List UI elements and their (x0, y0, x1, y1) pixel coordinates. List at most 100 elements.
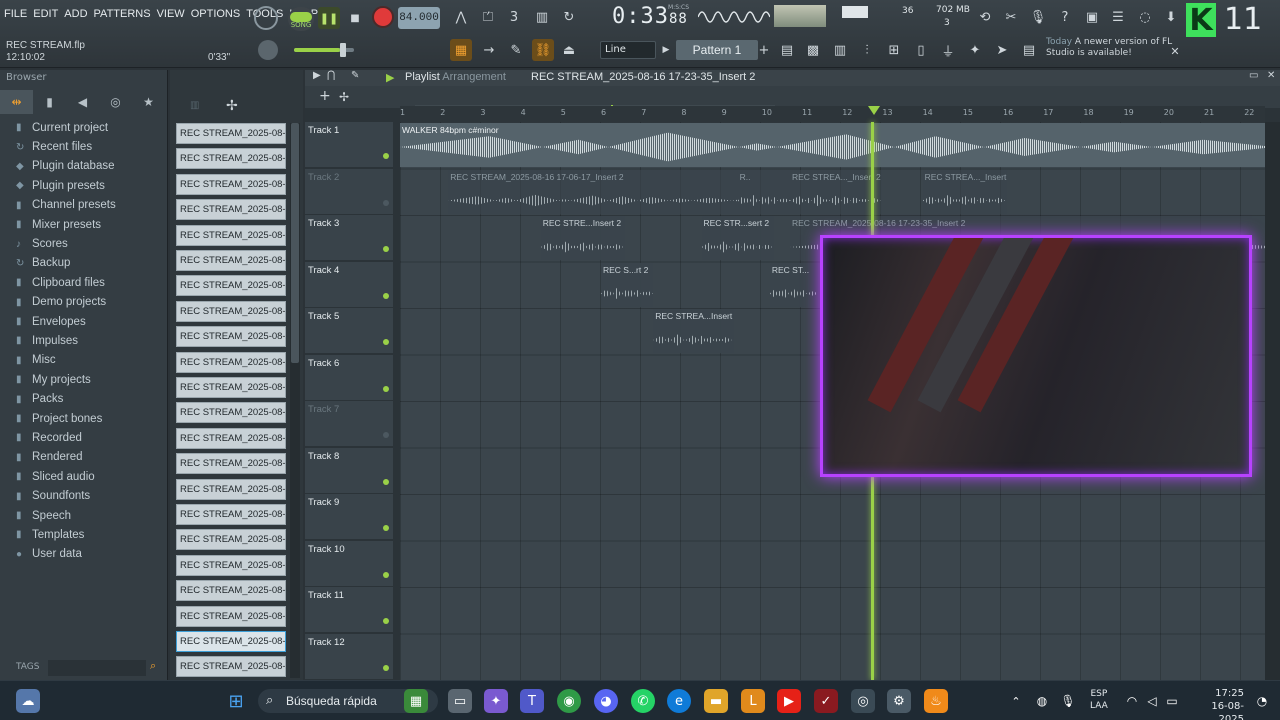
track-header[interactable]: Track 1 (305, 122, 393, 168)
chat-icon[interactable]: ◌ (1134, 6, 1156, 28)
clip-source-item[interactable]: REC STREAM_2025-08-16... (176, 478, 286, 500)
undo-icon[interactable]: ⟲ (974, 6, 996, 28)
obs-icon[interactable]: ◎ (851, 689, 875, 713)
playlist-icon[interactable]: ▤ (776, 39, 798, 61)
browser-item[interactable]: ◆ Plugin presets (0, 176, 168, 195)
track-header[interactable]: Track 10 (305, 540, 393, 587)
update-notice[interactable]: Today A newer version of FL Studio is av… (1046, 37, 1176, 67)
system-clock[interactable]: 17:25 16-08-2025 (1188, 687, 1244, 720)
step-edit-icon[interactable]: ▥ (531, 6, 553, 28)
keyboard-language[interactable]: ESP LAA (1090, 688, 1108, 712)
browser-item[interactable]: ◆ Plugin database (0, 157, 168, 176)
slider-handle[interactable] (340, 43, 346, 57)
track-header[interactable]: Track 3 (305, 215, 393, 261)
browser-item[interactable]: ● User data (0, 545, 168, 564)
track-mute-led[interactable] (383, 618, 389, 624)
add-pattern-icon[interactable]: + (757, 40, 771, 60)
browser-item[interactable]: ▮ Project bones (0, 409, 168, 428)
clip-source-item[interactable]: REC STREAM_2025-08-16... (176, 554, 286, 576)
menu-add[interactable]: ADD (64, 8, 87, 26)
stamp-icon[interactable]: ⏏ (558, 39, 580, 61)
mixer-window-icon[interactable]: ▥ (829, 39, 851, 61)
audio-clip[interactable]: REC ST... (769, 262, 819, 307)
plugin-tab-icon[interactable]: ◎ (99, 90, 132, 114)
track-mute-led[interactable] (383, 478, 389, 485)
audio-clip[interactable]: REC STREA...Insert 2 (653, 309, 734, 353)
all-files-tab-icon[interactable]: ⇹ (0, 90, 33, 114)
track-mute-led[interactable] (383, 199, 389, 206)
plugin-picker-icon[interactable]: ⊞ (883, 39, 905, 61)
clip-source-item[interactable]: REC STREAM_2025-08-16... (176, 605, 286, 627)
pattern-selector[interactable]: Pattern 1 (676, 40, 758, 60)
audio-clip[interactable]: REC STREA..._Insert 2 (789, 169, 883, 214)
browser-item[interactable]: ▮ My projects (0, 370, 168, 389)
clip-source-item[interactable]: REC STREAM_2025-08-16... (176, 402, 286, 424)
download-icon[interactable]: ⬇ (1160, 6, 1182, 28)
clip-source-item[interactable]: REC STREAM_2025-08-16... (176, 173, 286, 195)
add-track-icon[interactable]: + (319, 88, 331, 104)
teams-icon[interactable]: T (520, 689, 544, 713)
track-mute-led[interactable] (383, 432, 389, 438)
magnet-icon[interactable]: ⋂ (327, 70, 335, 81)
browser-item[interactable]: ▮ Envelopes (0, 312, 168, 331)
clip-source-item[interactable]: REC STREAM_2025-08-16... (176, 377, 286, 398)
battery-icon[interactable]: ▭ (1160, 689, 1184, 713)
wand-icon[interactable]: ✦ (964, 39, 986, 61)
faders-icon[interactable]: ⫶ (856, 39, 878, 61)
clip-source-item[interactable]: REC STREAM_2025-08-16... (176, 250, 286, 271)
track-mute-led[interactable] (383, 153, 389, 159)
chrome-icon[interactable]: ◉ (557, 689, 581, 713)
copilot-icon[interactable]: ✦ (484, 689, 508, 713)
plug-icon[interactable]: ⏚ (937, 39, 959, 61)
stop-button[interactable]: ■ (344, 7, 366, 29)
master-volume-knob-icon[interactable] (254, 6, 278, 30)
help-icon[interactable]: ? (1054, 6, 1076, 28)
pencil-icon[interactable]: ✎ (505, 39, 527, 61)
browser-item[interactable]: ▮ Sliced audio (0, 467, 168, 486)
track-header[interactable]: Track 7 (305, 401, 393, 447)
track-header[interactable]: Track 8 (305, 447, 393, 494)
whatsapp-icon[interactable]: ✆ (631, 689, 655, 713)
cut-icon[interactable]: ✂ (1000, 6, 1022, 28)
clip-source-item[interactable]: REC STREAM_2025-08-16... (176, 580, 286, 602)
audio-clip[interactable]: REC STREA..._Insert 2 (922, 169, 1007, 214)
track-header[interactable]: Track 12 (305, 633, 393, 680)
clip-source-item[interactable]: REC STREAM_2025-08-16... (176, 123, 286, 144)
song-mode-toggle[interactable]: SONG (288, 7, 314, 31)
discord-icon[interactable]: ◕ (594, 689, 618, 713)
arrow-right-icon[interactable]: → (478, 39, 500, 61)
clip-source-item[interactable]: REC STREAM_2025-08-16... (176, 631, 286, 652)
browser-item[interactable]: ▮ Speech (0, 506, 168, 525)
menu-view[interactable]: VIEW (157, 8, 185, 26)
scroll-thumb[interactable] (291, 123, 299, 363)
track-mute-led[interactable] (383, 292, 389, 299)
browser-item[interactable]: ♪ Scores (0, 234, 168, 253)
youtube-icon[interactable]: ▶ (777, 689, 801, 713)
close-news-icon[interactable]: ✕ (1164, 40, 1186, 62)
edge-icon[interactable]: e (667, 689, 691, 713)
browser-item[interactable]: ▮ Misc (0, 351, 168, 370)
browser-item[interactable]: ↻ Backup (0, 254, 168, 273)
countdown-icon[interactable]: 3 (503, 6, 525, 28)
clip-source-item[interactable]: REC STREAM_2025-08-16... (176, 275, 286, 297)
loop-record-icon[interactable]: ↻ (558, 6, 580, 28)
play-pause-button[interactable]: ❚❚ (318, 7, 340, 29)
metronome-icon[interactable]: ⋀ (450, 6, 472, 28)
close-icon[interactable]: ✕ (1267, 70, 1275, 81)
playlist-scrollbar[interactable] (1265, 122, 1280, 680)
browser-item[interactable]: ▮ Templates (0, 525, 168, 544)
menu-file[interactable]: FILE (4, 8, 27, 26)
task-view-icon[interactable]: ▭ (448, 689, 472, 713)
track-header[interactable]: Track 2 (305, 168, 393, 215)
audio-clip[interactable]: R.. (737, 169, 790, 214)
tags-search-input[interactable] (48, 660, 146, 676)
track-mute-led[interactable] (383, 246, 389, 252)
clip-source-item[interactable]: REC STREAM_2025-08-16... (176, 148, 286, 170)
browser-item[interactable]: ▮ Mixer presets (0, 215, 168, 234)
playlist-mode-icon[interactable]: ▶ (386, 71, 394, 84)
track-header[interactable]: Track 5 (305, 308, 393, 354)
browser-item[interactable]: ▮ Clipboard files (0, 273, 168, 292)
clip-source-item[interactable]: REC STREAM_2025-08-16... (176, 326, 286, 348)
browser-item[interactable]: ▮ Impulses (0, 331, 168, 350)
audio-clip[interactable]: REC STR...sert 2 (701, 216, 774, 260)
